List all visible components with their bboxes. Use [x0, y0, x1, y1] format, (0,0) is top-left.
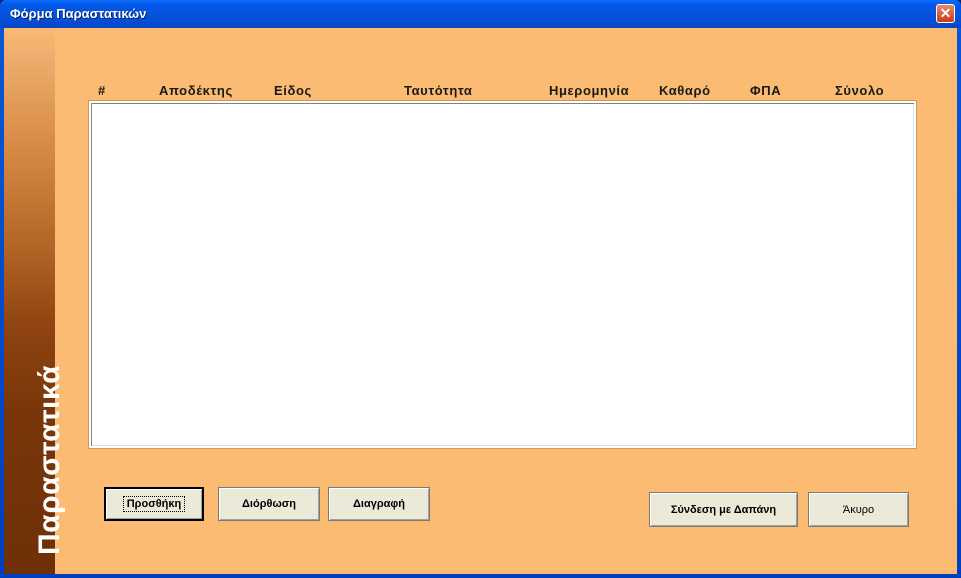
column-header-date: Ημερομηνία: [549, 83, 630, 98]
link-expense-button-label: Σύνδεση με Δαπάνη: [670, 503, 777, 516]
window-bottom-border: [0, 574, 961, 578]
edit-button-label: Διόρθωση: [242, 498, 296, 510]
column-header-vat: ΦΠΑ: [750, 83, 782, 98]
column-header-recipient: Αποδέκτης: [159, 83, 233, 98]
link-expense-button[interactable]: Σύνδεση με Δαπάνη: [649, 492, 798, 527]
close-icon[interactable]: ✕: [936, 4, 955, 23]
add-button-label: Προσθήκη: [122, 496, 186, 512]
column-header-identity: Ταυτότητα: [404, 83, 473, 98]
edit-button[interactable]: Διόρθωση: [218, 487, 320, 521]
column-header-total: Σύνολο: [835, 83, 885, 98]
delete-button[interactable]: Διαγραφή: [328, 487, 430, 521]
delete-button-label: Διαγραφή: [353, 498, 405, 510]
title-bar[interactable]: Φόρμα Παραστατικών ✕: [0, 0, 961, 28]
dialog-window: Φόρμα Παραστατικών ✕ Παραστατικά # Αποδέ…: [0, 0, 961, 578]
window-title: Φόρμα Παραστατικών: [10, 6, 147, 21]
column-header-type: Είδος: [274, 83, 312, 98]
cancel-button-label: Άκυρο: [842, 503, 875, 516]
cancel-button[interactable]: Άκυρο: [808, 492, 909, 527]
documents-listbox[interactable]: [88, 100, 917, 449]
add-button[interactable]: Προσθήκη: [104, 487, 204, 521]
column-header-net: Καθαρό: [659, 83, 711, 98]
column-header-number: #: [98, 83, 106, 98]
side-banner-label: Παραστατικά: [33, 364, 66, 555]
